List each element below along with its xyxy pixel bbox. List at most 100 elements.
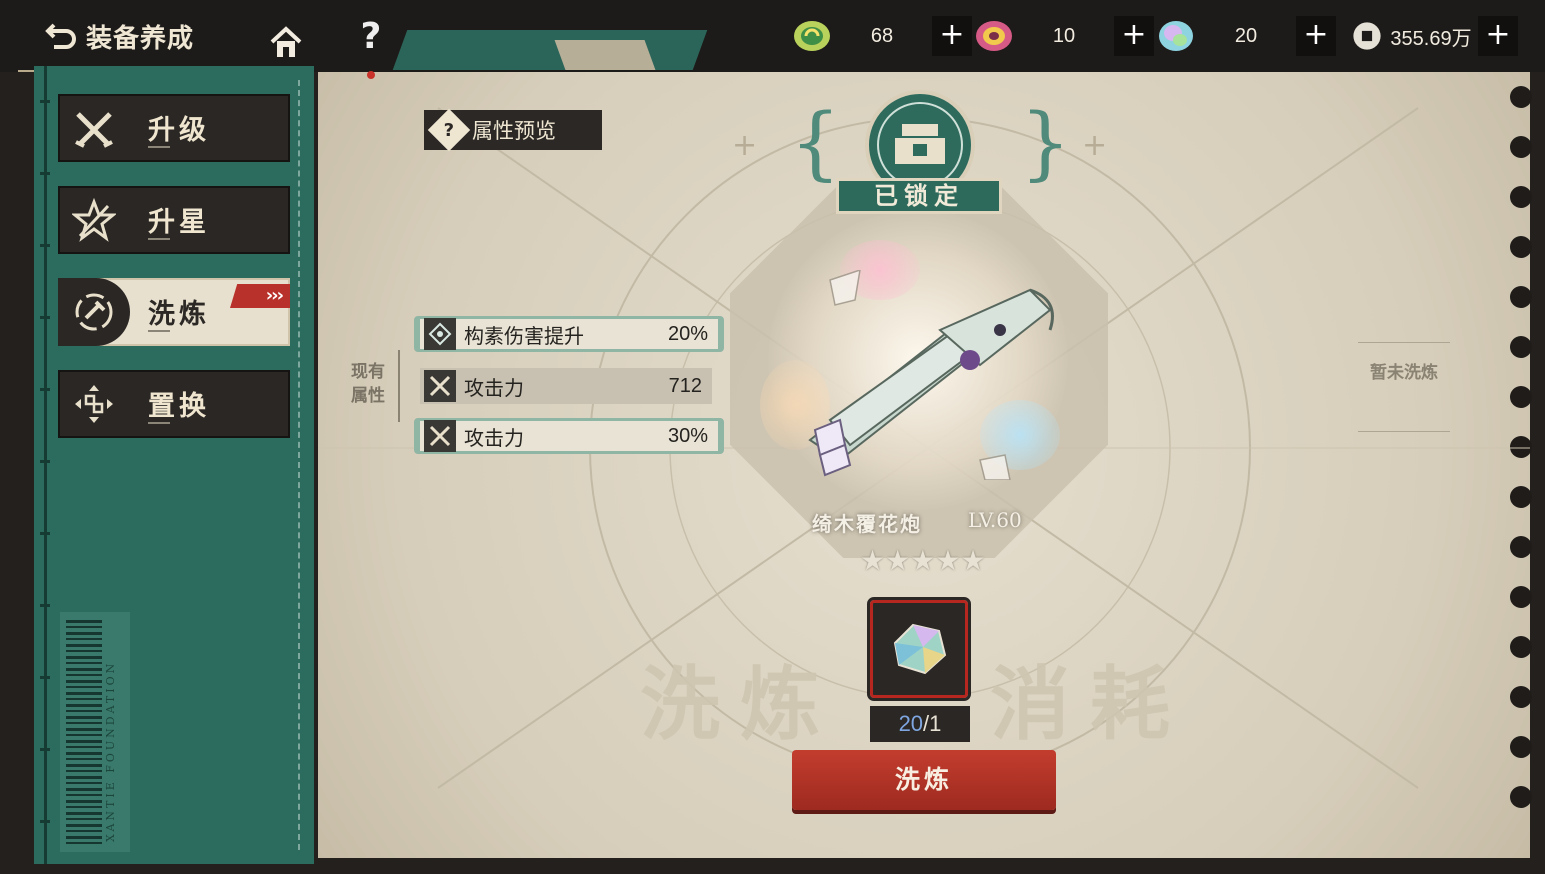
star-icon: ★	[910, 544, 936, 577]
attribute-value: 20%	[667, 322, 708, 345]
screen: 洗炼 消耗 装备养成 ? 68 + 10 + 20 + 355.69万 + 升级…	[0, 0, 1545, 874]
weapon-stars: ★ ★ ★ ★ ★	[860, 544, 986, 577]
help-button[interactable]: ?	[354, 16, 388, 79]
element-icon	[424, 318, 456, 350]
decor-cross: +	[1082, 128, 1108, 163]
crossed-swords-icon	[424, 420, 456, 452]
label-underline	[148, 330, 170, 332]
pink-gem-icon	[976, 21, 1012, 51]
currency-plus-button[interactable]: +	[1478, 16, 1518, 56]
sidebar-divider	[298, 80, 300, 850]
resource-2-plus-button[interactable]: +	[1114, 16, 1154, 56]
rail-tick	[40, 676, 50, 679]
currency: 355.69万 +	[1350, 16, 1518, 56]
attributes-bracket	[398, 350, 400, 422]
sidebar-item-upgrade[interactable]: 升级	[58, 94, 290, 162]
help-dot	[367, 71, 375, 79]
crossed-swords-icon	[424, 370, 456, 402]
help-icon: ?	[360, 16, 382, 57]
label-underline	[148, 422, 170, 424]
attribute-row: 攻击力 30%	[414, 418, 724, 454]
prism-gem-icon	[1159, 21, 1193, 51]
question-icon: ?	[427, 108, 471, 152]
star-up-icon	[72, 198, 116, 242]
resource-1: 68 +	[792, 16, 972, 56]
currency-value: 355.69万	[1390, 27, 1472, 50]
attribute-name: 攻击力	[464, 375, 524, 400]
resource-1-value: 68	[870, 24, 894, 47]
resource-3-value: 20	[1234, 24, 1258, 47]
lock-status-banner: 已锁定	[836, 178, 1002, 214]
rail-tick	[40, 100, 50, 103]
sidebar-item-label: 升级	[148, 115, 210, 146]
sidebar-item-label: 升星	[148, 207, 210, 238]
attribute-row: 构素伤害提升 20%	[414, 316, 724, 352]
decor-cross: +	[732, 128, 758, 163]
sidebar-rail	[44, 66, 47, 864]
bg-word-cost: 消耗	[990, 657, 1190, 751]
back-arrow-icon	[45, 23, 76, 49]
active-indicator: ›››	[230, 284, 290, 308]
resource-3: 20 +	[1156, 16, 1336, 56]
label-underline	[148, 146, 170, 148]
rail-tick	[40, 172, 50, 175]
rail-tick	[40, 748, 50, 751]
sidebar-item-label: 洗炼	[148, 299, 210, 330]
rail-tick	[40, 460, 50, 463]
rail-tick	[40, 532, 50, 535]
star-icon: ★	[885, 544, 911, 577]
decor-strip	[392, 30, 708, 70]
decor-brace-left: {	[790, 96, 841, 189]
bg-word-refine: 洗炼	[640, 657, 840, 751]
attribute-name: 攻击力	[464, 425, 524, 450]
decor-brace-right: }	[1020, 96, 1071, 189]
refine-icon	[75, 293, 113, 331]
back-button[interactable]: 装备养成	[44, 18, 194, 55]
star-icon: ★	[960, 544, 986, 577]
material-count: 20/1	[870, 706, 970, 742]
resource-1-plus-button[interactable]: +	[932, 16, 972, 56]
weapon-image	[808, 270, 1054, 480]
material-have: 20	[898, 711, 924, 736]
rail-tick	[40, 316, 50, 319]
coin-icon	[1353, 22, 1381, 50]
sidebar-item-star-up[interactable]: 升星	[58, 186, 290, 254]
upgrade-icon	[75, 112, 113, 148]
label-underline	[148, 238, 170, 240]
refine-stone-icon	[893, 623, 947, 675]
attribute-preview-button[interactable]: ? 属性预览	[424, 108, 602, 152]
attribute-value: 30%	[667, 424, 708, 447]
attribute-preview-label: 属性预览	[472, 119, 556, 143]
rail-tick	[40, 820, 50, 823]
resource-2: 10 +	[974, 16, 1154, 56]
page-title: 装备养成	[86, 24, 195, 54]
green-gem-icon	[794, 21, 830, 51]
barcode-text: XANTIE FOUNDATION	[104, 660, 117, 842]
rail-tick	[40, 244, 50, 247]
attribute-row: 攻击力 712	[420, 368, 712, 404]
sidebar-item-replace[interactable]: 置换	[58, 370, 290, 438]
replace-icon	[75, 385, 113, 423]
rail-tick	[40, 388, 50, 391]
refine-button[interactable]: 洗炼	[792, 750, 1056, 810]
sidebar-item-label: 置换	[148, 391, 210, 422]
weapon-level: LV.60	[968, 508, 1022, 532]
barcode-decoration: XANTIE FOUNDATION	[60, 612, 130, 852]
decor-strip	[554, 40, 656, 70]
material-need: 1	[929, 711, 942, 736]
rail-tick	[40, 604, 50, 607]
attribute-value: 712	[668, 374, 702, 397]
resource-3-plus-button[interactable]: +	[1296, 16, 1336, 56]
sidebar-item-refine[interactable]: 洗炼 ›››	[58, 278, 290, 346]
home-icon[interactable]	[268, 24, 304, 60]
not-refined-note: 暂未洗炼	[1358, 342, 1450, 432]
refine-material-slot[interactable]	[867, 597, 971, 701]
resource-2-value: 10	[1052, 24, 1076, 47]
attribute-name: 构素伤害提升	[464, 323, 584, 348]
barcode-lines	[66, 620, 102, 844]
current-attributes-label: 现有属性	[351, 362, 385, 406]
weapon-name: 绮木覆花炮	[812, 512, 922, 536]
star-icon: ★	[860, 544, 886, 577]
star-icon: ★	[935, 544, 961, 577]
question-mark: ?	[443, 119, 455, 141]
